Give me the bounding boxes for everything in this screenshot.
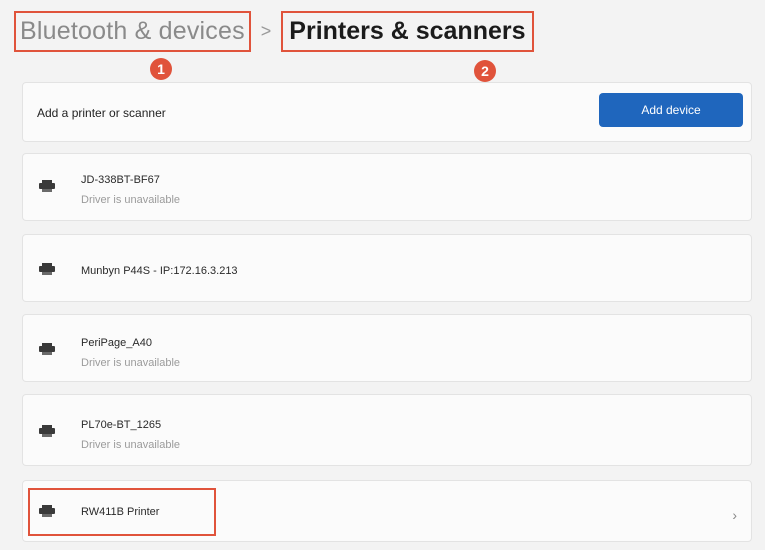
add-device-button[interactable]: Add device [599,93,743,127]
annotation-badge-1: 1 [150,58,172,80]
printer-item[interactable]: JD-338BT-BF67 Driver is unavailable [22,153,752,221]
add-printer-label: Add a printer or scanner [37,106,166,120]
printers-settings-page: Bluetooth & devices > Printers & scanner… [0,0,765,550]
printer-status: Driver is unavailable [81,439,181,451]
printer-name: PL70e-BT_1265 [81,419,162,431]
printer-status: Driver is unavailable [81,357,181,369]
chevron-right-icon[interactable]: › [732,507,737,523]
printer-name: PeriPage_A40 [81,337,152,349]
add-printer-card: Add a printer or scanner Add device [22,82,752,142]
printer-icon [39,425,55,437]
annotation-highlight-box [28,488,216,536]
page-title: Printers & scanners [281,10,534,52]
printer-status: Driver is unavailable [81,194,181,206]
printer-name: JD-338BT-BF67 [81,174,160,186]
printer-item[interactable]: PeriPage_A40 Driver is unavailable [22,314,752,382]
printer-item[interactable]: PL70e-BT_1265 Driver is unavailable [22,394,752,466]
printer-icon [39,263,55,275]
printer-name: Munbyn P44S - IP:172.16.3.213 [81,265,238,277]
breadcrumb-separator-icon: > [260,20,272,41]
printer-icon [39,180,55,192]
printer-item[interactable]: Munbyn P44S - IP:172.16.3.213 [22,234,752,302]
breadcrumb-bluetooth-devices[interactable]: Bluetooth & devices [14,10,251,52]
annotation-badge-2: 2 [474,60,496,82]
breadcrumb: Bluetooth & devices > Printers & scanner… [14,8,534,54]
printer-icon [39,343,55,355]
